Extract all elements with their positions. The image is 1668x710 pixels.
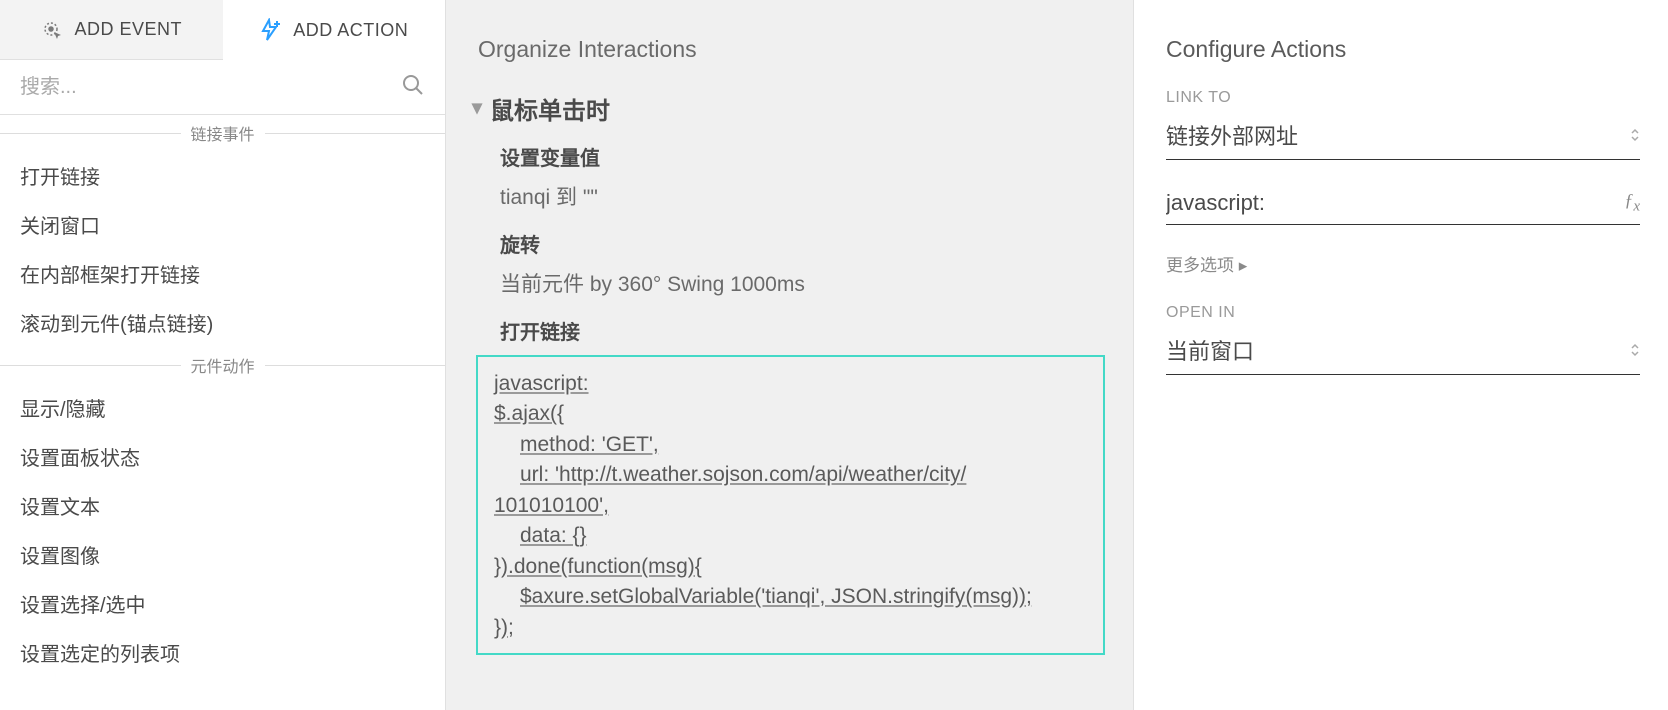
subaction-title: 打开链接 [500,316,1109,345]
action-open-link[interactable]: 打开链接 [0,151,445,200]
code-line: }) [494,616,508,639]
subaction-open-link[interactable]: 打开链接 [470,316,1109,345]
left-panel: ADD EVENT ADD ACTION 链接事件 打开链接 关 [0,0,446,710]
code-line: javascript: [494,372,589,395]
open-in-label: OPEN IN [1166,304,1640,322]
right-panel: Configure Actions LINK TO 链接外部网址 ƒx 更多选项… [1133,0,1668,710]
action-set-image[interactable]: 设置图像 [0,530,445,579]
subaction-detail: 当前元件 by 360° Swing 1000ms [500,268,1109,298]
subaction-detail: tianqi 到 "" [500,181,1109,211]
event-row[interactable]: 鼠标单击时 [470,91,1109,126]
url-field[interactable]: ƒx [1166,186,1640,225]
mouse-click-icon [40,18,64,42]
action-show-hide[interactable]: 显示/隐藏 [0,383,445,432]
link-to-value: 链接外部网址 [1166,119,1298,151]
section-label: 元件动作 [181,353,265,377]
action-set-list[interactable]: 设置选定的列表项 [0,628,445,677]
url-input[interactable] [1166,190,1624,216]
code-line: method: 'GET', [520,433,659,456]
section-label: 链接事件 [181,121,265,145]
open-in-value: 当前窗口 [1166,334,1254,366]
lightning-plus-icon [259,18,283,42]
subaction-title: 设置变量值 [500,142,1109,171]
code-box[interactable]: javascript: $.ajax({ method: 'GET', url:… [476,355,1105,655]
tab-add-event-label: ADD EVENT [74,19,182,40]
search-icon[interactable] [401,73,425,102]
chevron-updown-icon [1630,343,1640,357]
subaction-title: 旋转 [500,229,1109,258]
code-line: url: 'http://t.weather.sojson.com/api/we… [520,463,966,486]
middle-panel: Organize Interactions 鼠标单击时 设置变量值 tianqi… [446,0,1133,710]
code-line: 101010100', [494,494,609,517]
code-line: ; [508,616,514,639]
action-list-link: 打开链接 关闭窗口 在内部框架打开链接 滚动到元件(锚点链接) [0,151,445,347]
action-close-window[interactable]: 关闭窗口 [0,200,445,249]
code-line: $.ajax({ [494,402,564,425]
chevron-updown-icon [1630,128,1640,142]
more-options[interactable]: 更多选项 ▸ [1166,251,1640,276]
action-set-selected[interactable]: 设置选择/选中 [0,579,445,628]
search-input[interactable] [20,76,401,99]
tab-add-action-label: ADD ACTION [293,20,408,41]
action-scroll-to[interactable]: 滚动到元件(锚点链接) [0,298,445,347]
section-header-widget: 元件动作 [0,347,445,383]
link-to-label: LINK TO [1166,89,1640,107]
code-line: $axure.setGlobalVariable('tianqi', JSON.… [520,585,1032,608]
subaction-rotate[interactable]: 旋转 当前元件 by 360° Swing 1000ms [470,229,1109,298]
code-line: }).done(function(msg){ [494,555,702,578]
tab-add-event[interactable]: ADD EVENT [0,0,223,60]
configure-title: Configure Actions [1166,36,1640,63]
tab-bar: ADD EVENT ADD ACTION [0,0,445,60]
tab-add-action[interactable]: ADD ACTION [223,0,446,60]
disclosure-icon [470,95,484,123]
action-list-widget: 显示/隐藏 设置面板状态 设置文本 设置图像 设置选择/选中 设置选定的列表项 [0,383,445,677]
action-open-in-frame[interactable]: 在内部框架打开链接 [0,249,445,298]
organize-title: Organize Interactions [470,36,1109,63]
fx-icon[interactable]: ƒx [1624,190,1640,216]
code-line: data: {} [520,524,587,547]
event-name: 鼠标单击时 [490,91,610,126]
search-row [0,60,445,115]
link-to-select[interactable]: 链接外部网址 [1166,115,1640,160]
open-in-select[interactable]: 当前窗口 [1166,330,1640,375]
action-set-text[interactable]: 设置文本 [0,481,445,530]
action-set-panel[interactable]: 设置面板状态 [0,432,445,481]
subaction-set-var[interactable]: 设置变量值 tianqi 到 "" [470,142,1109,211]
section-header-link: 链接事件 [0,115,445,151]
